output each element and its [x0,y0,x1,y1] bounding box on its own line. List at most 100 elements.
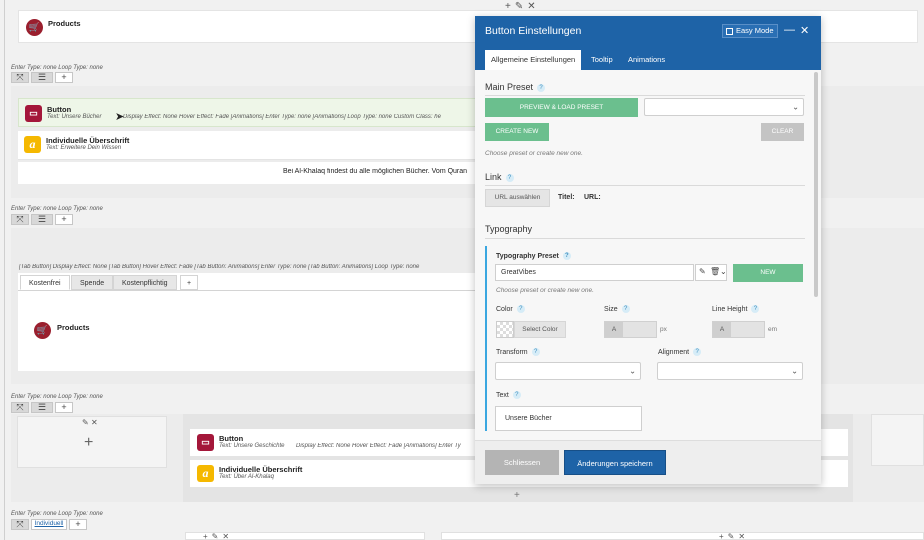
chevron-down-icon[interactable]: ⌄ [720,267,727,276]
individuell-tab[interactable]: Individuell [31,519,67,530]
transform-select[interactable]: ⌄ [495,362,641,380]
empty-column[interactable]: ✎ ✕ + [17,416,167,468]
chevron-down-icon: ⌄ [791,366,798,376]
main-preset-title: Main Preset? [485,82,546,92]
easy-mode-label: Easy Mode [736,26,774,35]
pencil-icon[interactable]: ✎ [82,418,89,427]
typography-panel: Typography Preset? GreatVibes ✎ 🗑 ⌄ NEW … [485,246,805,431]
heading-element-2-text: Text: Über Al-Khalaq [219,474,274,480]
url-label: URL: [584,194,601,201]
tab-meta: [Tab Button] Display Effect: None [Tab B… [19,264,420,270]
preset-select[interactable]: ⌄ [644,98,804,116]
move-icon[interactable]: ⤧ [11,72,29,83]
close-icon[interactable]: ✕ [800,24,809,37]
text-element[interactable]: Bei Al-Khalaq findest du alle möglichen … [18,162,478,184]
add-tab-icon[interactable]: + [180,275,198,290]
pencil-icon[interactable]: ✎ [699,267,706,276]
heading-element-text: Text: Erweitere Dein Wissen [46,145,122,151]
color-swatch[interactable] [496,321,514,338]
close-icon: ✕ [738,532,746,540]
tab-spende[interactable]: Spende [71,275,114,290]
add-column-icon[interactable]: + [55,72,73,83]
tab-kostenfrei[interactable]: Kostenfrei [20,275,70,290]
chevron-down-icon: ⌄ [629,366,636,376]
tab-general[interactable]: Allgemeine Einstellungen [485,50,582,70]
typography-preset-input[interactable]: GreatVibes [495,264,694,281]
button-element-title: Button [47,105,72,114]
next-controls-left: + ✎ ✕ [203,532,229,540]
help-icon: ? [621,305,630,313]
pencil-icon: ✎ [211,532,219,540]
close-button[interactable]: Schliessen [485,450,559,475]
heading-element[interactable]: a Individuelle Überschrift Text: Erweite… [18,131,478,160]
line-height-input[interactable]: A [712,321,765,338]
typography-hint: Choose preset or create new one. [496,287,594,294]
columns-icon[interactable]: ☰ [31,402,53,413]
text-input[interactable]: Unsere Bücher [495,406,642,431]
modal-scrollbar[interactable] [814,72,818,297]
divider [485,238,805,239]
mouse-cursor-icon: ➤ [115,111,125,123]
alignment-select[interactable]: ⌄ [657,362,803,380]
size-input[interactable]: A [604,321,657,338]
help-icon: ? [562,252,571,260]
trash-icon[interactable]: 🗑 [710,267,720,276]
text-label: Text? [496,391,521,399]
columns-icon[interactable]: ☰ [31,214,53,225]
heading-element-title: Individuelle Überschrift [46,136,130,145]
move-icon[interactable]: ⤧ [11,519,29,530]
line-height-unit: em [768,326,778,333]
line-height-label: Line Height? [712,305,760,313]
tab-kostenpflichtig[interactable]: Kostenpflichtig [113,275,177,290]
create-new-button[interactable]: CREATE NEW [485,123,549,141]
move-icon[interactable]: ⤧ [11,214,29,225]
save-changes-button[interactable]: Änderungen speichern [564,450,666,475]
size-label: Size? [604,305,630,313]
column-edit-icons: ✎ ✕ [82,418,98,427]
add-column-icon[interactable]: + [55,402,73,413]
next-column-right [441,532,924,540]
columns-icon[interactable]: ☰ [31,72,53,83]
button-element[interactable]: ▭ Button Text: Unsere Bücher Display Eff… [18,98,478,127]
help-icon: ? [531,348,540,356]
tab-tooltip[interactable]: Tooltip [585,50,619,70]
divider [485,95,805,96]
tab-animations[interactable]: Animations [622,50,671,70]
button-element-2-text: Text: Unsere Geschichte [219,443,285,449]
add-element-icon[interactable]: + [84,434,93,452]
button-element-2-meta: Display Effect: None Hover Effect: Fade … [296,443,461,449]
help-icon: ? [505,173,514,182]
close-icon[interactable]: ✕ [91,418,98,427]
heading-element-icon: a [24,136,41,153]
add-column-icon[interactable]: + [69,519,87,530]
add-column-icon[interactable]: + [55,214,73,225]
cart-icon: 🛒 [26,19,43,36]
divider [485,185,805,186]
text-element-content: Bei Al-Khalaq findest du alle möglichen … [283,168,468,175]
heading-element-icon: a [197,465,214,482]
help-icon: ? [512,391,521,399]
add-element-icon[interactable]: + [514,490,520,501]
help-icon: ? [693,348,702,356]
help-icon: ? [516,305,525,313]
new-typography-button[interactable]: NEW [733,264,803,282]
heading-element-2-title: Individuelle Überschrift [219,465,303,474]
typography-preset-title: Typography Preset? [496,252,571,260]
easy-mode-toggle[interactable]: Easy Mode [722,24,778,38]
button-element-text: Text: Unsere Bücher [47,114,102,120]
row-meta-3: Enter Type: none Loop Type: none [11,394,103,400]
url-select-button[interactable]: URL auswählen [485,189,550,207]
preview-load-preset-button[interactable]: PREVIEW & LOAD PRESET [485,98,638,117]
button-element-icon: ▭ [25,105,42,122]
checkbox-icon [726,27,733,35]
row-controls-3: ⤧ ☰ + [11,402,73,413]
next-controls-right: + ✎ ✕ [719,532,745,540]
empty-column-right[interactable] [871,414,924,466]
clear-button[interactable]: CLEAR [761,123,804,141]
row-meta: Enter Type: none Loop Type: none [11,65,103,71]
select-color-button[interactable]: Select Color [514,321,566,338]
plus-icon: + [203,532,208,540]
transform-label: Transform? [496,348,540,356]
minimize-icon[interactable]: — [784,24,795,36]
move-icon[interactable]: ⤧ [11,402,29,413]
